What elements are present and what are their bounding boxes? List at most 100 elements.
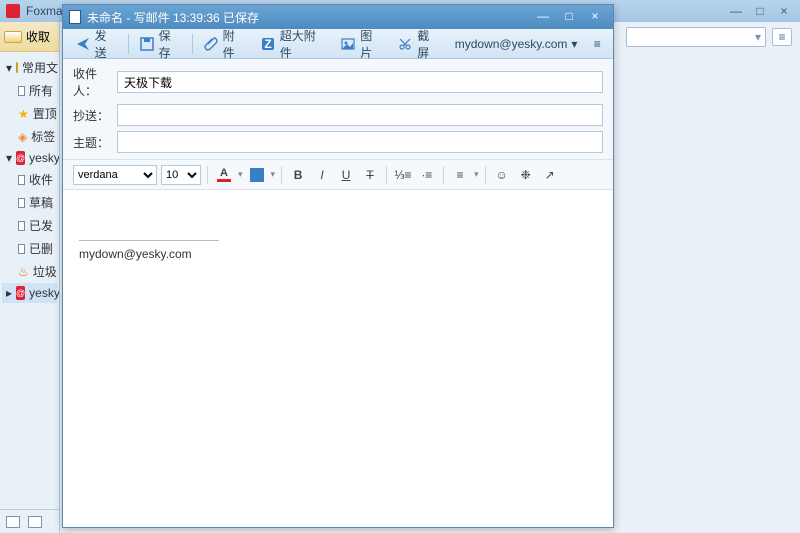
sidebar-item-label: 标签	[31, 128, 55, 145]
save-button[interactable]: 保存	[133, 24, 188, 64]
folder-icon	[16, 62, 18, 73]
sidebar-account-2[interactable]: ▸@ yesky0	[2, 283, 57, 303]
toolbar-label: 图片	[360, 27, 383, 61]
underline-button[interactable]: U	[336, 165, 356, 185]
format-toolbar: verdana 10 A ▾ ▾ B I U T ⅓≡ ∙≡ ≡ ▾ ☺ ❉ ↗	[63, 160, 613, 190]
main-sidebar: 收取 ▾ 常用文 所有 ★ 置顶 ◈ 标签	[0, 22, 60, 533]
screenshot-button[interactable]: 截屏	[392, 24, 447, 64]
to-field-row: 收件人：	[73, 65, 603, 99]
toolbar-label: 截屏	[417, 27, 440, 61]
symbol-button[interactable]: ❉	[516, 165, 536, 185]
font-size-select[interactable]: 10	[161, 165, 201, 185]
to-input[interactable]	[117, 71, 603, 93]
sidebar-item-label: 已发	[29, 217, 53, 234]
sidebar-item-label: yesky0	[29, 286, 59, 300]
highlight-color-button[interactable]	[247, 165, 267, 185]
menu-button[interactable]: ≡	[587, 35, 607, 53]
subject-field-row: 主题：	[73, 131, 603, 153]
star-icon: ★	[18, 107, 29, 121]
compose-title: 未命名 - 写邮件 13:39:36 已保存	[87, 9, 259, 26]
toolbar-label: 超大附件	[280, 27, 327, 61]
sidebar-item-tags[interactable]: ◈ 标签	[2, 125, 57, 148]
ol-icon: ⅓≡	[395, 168, 412, 182]
emoji-icon: ☺	[495, 168, 507, 182]
sidebar-item-label: 垃圾	[33, 263, 57, 280]
chevron-down-icon[interactable]: ▾	[474, 169, 479, 180]
font-color-icon: A	[217, 168, 231, 182]
sidebar-item-pinned[interactable]: ★ 置顶	[2, 102, 57, 125]
chevron-down-icon[interactable]: ▾	[271, 169, 276, 180]
document-icon	[69, 10, 81, 24]
envelope-icon	[18, 86, 25, 96]
attach-button[interactable]: 附件	[197, 24, 252, 64]
bigattach-button[interactable]: Z 超大附件	[254, 24, 333, 64]
font-family-select[interactable]: verdana	[73, 165, 157, 185]
send-button[interactable]: 发送	[69, 24, 124, 64]
sidebar-item-label: 常用文	[22, 59, 58, 76]
chevron-down-icon[interactable]: ▾	[238, 169, 243, 180]
from-account-dropdown[interactable]: mydown@yesky.com ▾	[451, 35, 582, 53]
sidebar-list: ▾ 常用文 所有 ★ 置顶 ◈ 标签 ▾@ yesky0	[0, 52, 59, 509]
emoji-button[interactable]: ☺	[492, 165, 512, 185]
strikethrough-button[interactable]: T	[360, 165, 380, 185]
unordered-list-button[interactable]: ∙≡	[417, 165, 437, 185]
italic-button[interactable]: I	[312, 165, 332, 185]
compose-minimize-button[interactable]: —	[531, 9, 555, 25]
format-painter-button[interactable]: ↗	[540, 165, 560, 185]
toolbar-label: 附件	[223, 27, 246, 61]
subject-label: 主题：	[73, 134, 117, 151]
view-list-button[interactable]: ≡	[772, 28, 792, 46]
search-input[interactable]: ▾	[626, 27, 766, 47]
main-minimize-button[interactable]: —	[726, 4, 746, 18]
fire-icon: ♨	[18, 265, 29, 279]
contacts-icon[interactable]	[28, 516, 42, 528]
cc-field-row: 抄送：	[73, 104, 603, 126]
compose-toolbar: 发送 保存 附件 Z 超大附件 图片 截屏 mydown@yesky.com ▾	[63, 29, 613, 59]
toolbar-label: 发送	[95, 27, 118, 61]
cc-input[interactable]	[117, 104, 603, 126]
image-button[interactable]: 图片	[335, 24, 390, 64]
sidebar-item-sent[interactable]: 已发	[2, 214, 57, 237]
envelope-icon	[18, 175, 25, 185]
symbol-icon: ❉	[521, 168, 531, 182]
receive-button[interactable]: 收取	[0, 22, 59, 52]
font-color-button[interactable]: A	[214, 165, 234, 185]
chevron-down-icon: ▾	[755, 30, 761, 44]
to-label: 收件人：	[73, 65, 117, 99]
compose-body-editor[interactable]: mydown@yesky.com	[63, 190, 613, 527]
scissors-icon	[398, 37, 414, 51]
sidebar-item-drafts[interactable]: 草稿	[2, 191, 57, 214]
main-maximize-button[interactable]: □	[750, 4, 770, 18]
sidebar-item-label: 收件	[29, 171, 53, 188]
sidebar-item-deleted[interactable]: 已删	[2, 237, 57, 260]
sidebar-common-folders[interactable]: ▾ 常用文	[2, 56, 57, 79]
sidebar-item-label: 置顶	[33, 105, 57, 122]
compose-close-button[interactable]: ×	[583, 9, 607, 25]
receive-label: 收取	[26, 28, 50, 45]
big-attachment-icon: Z	[260, 37, 276, 51]
sidebar-item-label: 草稿	[29, 194, 53, 211]
sidebar-item-spam[interactable]: ♨ 垃圾	[2, 260, 57, 283]
align-button[interactable]: ≡	[450, 165, 470, 185]
image-icon	[341, 37, 357, 51]
subject-input[interactable]	[117, 131, 603, 153]
sidebar-item-label: yesky0	[29, 151, 59, 165]
account-icon: @	[16, 286, 25, 300]
signature-divider	[79, 240, 219, 241]
compose-maximize-button[interactable]: □	[557, 9, 581, 25]
main-close-button[interactable]: ×	[774, 4, 794, 18]
ordered-list-button[interactable]: ⅓≡	[393, 165, 413, 185]
save-icon	[139, 37, 155, 51]
sidebar-item-all[interactable]: 所有	[2, 79, 57, 102]
sidebar-item-label: 已删	[29, 240, 53, 257]
sidebar-item-inbox[interactable]: 收件	[2, 168, 57, 191]
foxmail-logo-icon	[6, 4, 20, 18]
from-account-label: mydown@yesky.com	[455, 37, 568, 51]
mail-icon	[4, 31, 22, 43]
calendar-icon[interactable]	[6, 516, 20, 528]
bold-button[interactable]: B	[288, 165, 308, 185]
sidebar-account-1[interactable]: ▾@ yesky0	[2, 148, 57, 168]
ul-icon: ∙≡	[422, 168, 432, 182]
sidebar-item-label: 所有	[29, 82, 53, 99]
trash-icon	[18, 244, 25, 254]
